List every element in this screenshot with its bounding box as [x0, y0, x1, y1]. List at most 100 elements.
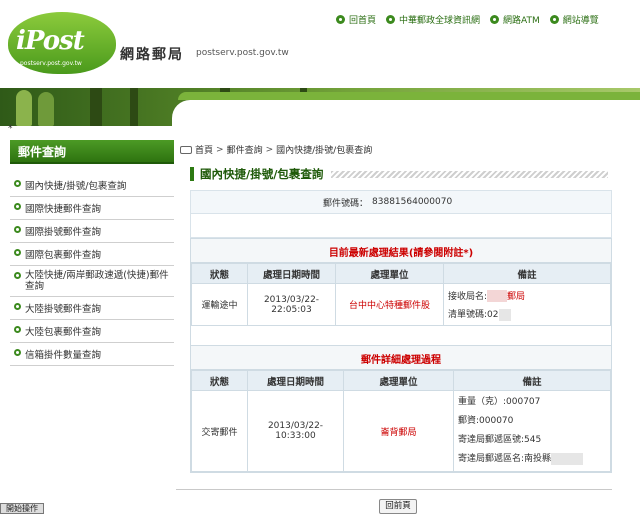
site-domain: postserv.post.gov.tw — [196, 48, 289, 58]
remark-weight: 重量（克）:000707 — [458, 397, 541, 407]
nav-label: 中華郵政全球資訊網 — [399, 16, 481, 26]
datetime-cell: 2013/03/22-22:05:03 — [247, 283, 336, 326]
unit-cell: 崙背郵局 — [343, 390, 454, 472]
breadcrumb: 首頁 > 郵件查詢 > 國內快捷/掛號/包裹查詢 — [180, 143, 372, 156]
detail-section: 郵件詳細處理過程 狀態 處理日期時間 處理單位 備註 交寄郵件 2013/03/… — [190, 345, 612, 473]
top-navigation: 回首頁 中華郵政全球資訊網 網路ATM 網站導覽 — [336, 13, 599, 26]
mail-number-row: 郵件號碼： 83881564000070 — [190, 190, 612, 214]
banner-green-strip — [178, 92, 640, 100]
redaction — [487, 290, 508, 302]
datetime-cell: 2013/03/22-10:33:00 — [247, 390, 344, 472]
site-header: iPost postserv.post.gov.tw 網路郵局 postserv… — [0, 0, 640, 90]
redaction — [498, 308, 511, 321]
page-title-row: 國內快捷/掛號/包裹查詢 — [190, 166, 608, 182]
bullet-icon — [14, 272, 21, 279]
spacer-row — [190, 214, 612, 238]
col-unit: 處理單位 — [335, 263, 444, 284]
remark-postage: 郵資:000070 — [458, 416, 514, 426]
sidebar-item-label: 大陸快捷/兩岸郵政速遞(快捷)郵件查詢 — [25, 270, 169, 292]
home-icon — [180, 145, 192, 154]
breadcrumb-current: 國內快捷/掛號/包裹查詢 — [276, 146, 373, 156]
unit-cell: 台中中心特種郵件股 — [335, 283, 444, 326]
site-name: 網路郵局 — [120, 47, 184, 63]
sidebar-item-mainland-parcel[interactable]: 大陸包裹郵件查詢 — [10, 320, 174, 343]
logo-text: iPost — [16, 26, 85, 56]
detail-title: 郵件詳細處理過程 — [191, 346, 611, 370]
remark-line: 清單號碼:02 — [448, 307, 606, 321]
breadcrumb-mail-query[interactable]: 郵件查詢 — [227, 143, 263, 156]
bullet-icon — [14, 326, 21, 333]
latest-result-section: 目前最新處理結果(請參閱附註*) 狀態 處理日期時間 處理單位 備註 運輸途中 … — [190, 238, 612, 349]
nav-home-link[interactable]: 回首頁 — [336, 13, 376, 26]
title-stripes — [331, 170, 608, 178]
latest-result-title-text: 目前最新處理結果 — [328, 248, 409, 259]
banner-figure — [38, 92, 54, 126]
sidebar-item-label: 大陸掛號郵件查詢 — [25, 304, 102, 315]
mail-number-value: 83881564000070 — [372, 197, 453, 207]
table-row: 交寄郵件 2013/03/22-10:33:00 崙背郵局 重量（克）:0007… — [191, 390, 611, 472]
sidebar-item-mainland-express[interactable]: 大陸快捷/兩岸郵政速遞(快捷)郵件查詢 — [10, 266, 174, 297]
redaction — [551, 452, 584, 465]
nav-sitemap-link[interactable]: 網站導覽 — [549, 13, 599, 26]
table-header-row: 狀態 處理日期時間 處理單位 備註 — [191, 370, 611, 391]
col-unit: 處理單位 — [343, 370, 454, 391]
bullet-icon — [14, 226, 21, 233]
remark-area: 寄達局郵遞區名:南投縣 — [458, 450, 606, 469]
sidebar-item-label: 信箱掛件數量查詢 — [25, 350, 102, 361]
remark-area-text: 寄達局郵遞區名:南投縣 — [458, 454, 552, 464]
remark-cell: 接收局名: 郵局 清單號碼:02 — [443, 283, 611, 326]
breadcrumb-separator: > — [216, 144, 224, 155]
banner-figure — [16, 90, 32, 126]
col-remark: 備註 — [443, 263, 611, 284]
col-status: 狀態 — [191, 263, 248, 284]
bullet-icon — [14, 180, 21, 187]
remark-list-prefix: 清單號碼:02 — [448, 310, 499, 320]
asterisk-mark: * — [8, 124, 13, 134]
sidebar: 郵件查詢 國內快捷/掛號/包裹查詢 國際快捷郵件查詢 國際掛號郵件查詢 國際包裹… — [10, 140, 174, 366]
title-accent-bar — [190, 167, 194, 181]
table-row: 運輸途中 2013/03/22-22:05:03 台中中心特種郵件股 接收局名:… — [191, 283, 611, 326]
bullet-icon — [14, 303, 21, 310]
table-header-row: 狀態 處理日期時間 處理單位 備註 — [191, 263, 611, 284]
nav-label: 回首頁 — [349, 16, 377, 26]
detail-table: 狀態 處理日期時間 處理單位 備註 交寄郵件 2013/03/22-10:33:… — [191, 370, 611, 472]
sidebar-item-intl-parcel[interactable]: 國際包裹郵件查詢 — [10, 243, 174, 266]
nav-label: 網站導覽 — [562, 16, 599, 26]
latest-result-note: (請參閱附註*) — [408, 248, 474, 259]
sidebar-item-domestic[interactable]: 國內快捷/掛號/包裹查詢 — [10, 174, 174, 197]
start-operation-button[interactable]: 開始操作 — [0, 503, 44, 514]
back-button[interactable]: 回前頁 — [379, 499, 417, 514]
nav-atm-link[interactable]: 網路ATM — [490, 13, 540, 26]
latest-result-table: 狀態 處理日期時間 處理單位 備註 運輸途中 2013/03/22-22:05:… — [191, 263, 611, 326]
remark-receiver-suffix: 郵局 — [507, 291, 526, 302]
col-datetime: 處理日期時間 — [247, 370, 344, 391]
banner-tree — [90, 88, 102, 126]
status-cell: 交寄郵件 — [191, 390, 248, 472]
content-curve — [172, 100, 640, 130]
mail-number-label: 郵件號碼： — [323, 198, 369, 209]
remark-cell: 重量（克）:000707 郵資:000070 寄達局郵遞區號:545 寄達局郵遞… — [453, 390, 611, 472]
sidebar-title: 郵件查詢 — [10, 140, 174, 164]
ipost-logo[interactable]: iPost postserv.post.gov.tw — [8, 12, 116, 74]
banner-tree — [130, 88, 138, 126]
status-cell: 運輸途中 — [191, 283, 248, 326]
remark-line: 接收局名: 郵局 — [448, 289, 606, 302]
sidebar-item-label: 國際包裹郵件查詢 — [25, 250, 102, 261]
bullet-icon — [14, 249, 21, 256]
nav-bullet-icon — [336, 15, 345, 24]
sidebar-item-mailbox-count[interactable]: 信箱掛件數量查詢 — [10, 343, 174, 366]
breadcrumb-separator: > — [265, 144, 274, 155]
sidebar-item-label: 國際掛號郵件查詢 — [25, 227, 102, 238]
logo-url: postserv.post.gov.tw — [20, 60, 82, 67]
col-datetime: 處理日期時間 — [247, 263, 336, 284]
breadcrumb-home[interactable]: 首頁 — [195, 143, 213, 156]
latest-result-title: 目前最新處理結果(請參閱附註*) — [191, 239, 611, 263]
sidebar-item-mainland-registered[interactable]: 大陸掛號郵件查詢 — [10, 297, 174, 320]
bullet-icon — [14, 349, 21, 356]
page-title: 國內快捷/掛號/包裹查詢 — [200, 167, 324, 181]
bullet-icon — [14, 203, 21, 210]
sidebar-menu: 國內快捷/掛號/包裹查詢 國際快捷郵件查詢 國際掛號郵件查詢 國際包裹郵件查詢 … — [10, 174, 174, 366]
nav-chunghwa-post-link[interactable]: 中華郵政全球資訊網 — [386, 13, 480, 26]
sidebar-item-intl-registered[interactable]: 國際掛號郵件查詢 — [10, 220, 174, 243]
sidebar-item-intl-express[interactable]: 國際快捷郵件查詢 — [10, 197, 174, 220]
